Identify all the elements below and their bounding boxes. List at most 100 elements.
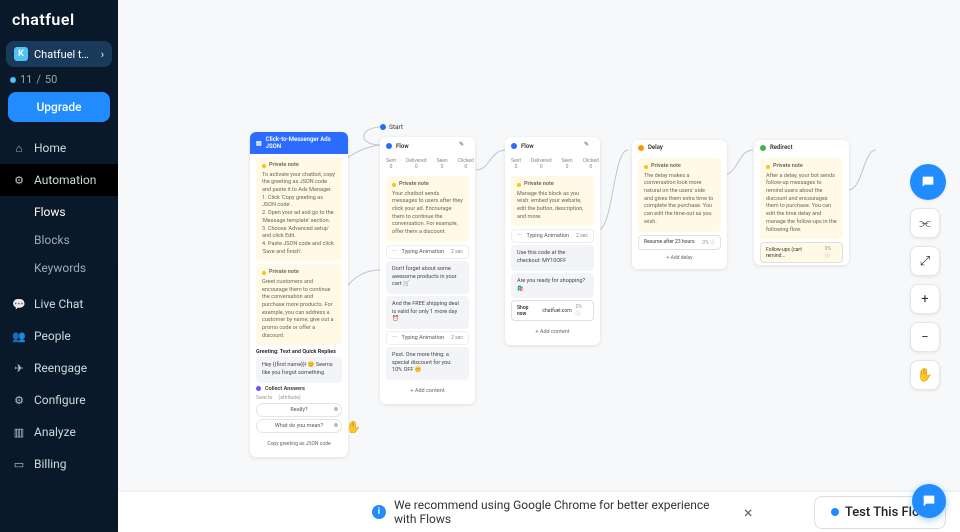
typing-duration: 2 sec — [451, 249, 463, 255]
private-note[interactable]: Private note To activate your chatbot, co… — [256, 157, 342, 261]
share-button[interactable]: ⫘ — [910, 208, 940, 238]
node-flow-2-header[interactable]: Flow✎ — [505, 137, 600, 155]
save-to-attr: (attribute) — [278, 395, 300, 401]
quick-reply[interactable]: Really? — [256, 403, 342, 417]
nav-home[interactable]: ⌂ Home — [0, 132, 118, 164]
node-flow-1[interactable]: Flow✎ Sent0 Delivered0 Seen0 Clicked0 Pr… — [380, 137, 475, 404]
stat-value: 0 — [464, 164, 467, 170]
redirect-pct: 0% ⓘ — [825, 246, 837, 259]
nav-analyze[interactable]: ▥Analyze — [0, 416, 118, 448]
typing-label: Typing Animation — [527, 233, 570, 239]
redirect-dot-icon — [760, 145, 766, 151]
shop-button-card[interactable]: Shop nowchatfuel.com0% ⓘ — [511, 300, 594, 321]
nav-configure[interactable]: ⚙Configure — [0, 384, 118, 416]
typing-label: Typing Animation — [402, 249, 445, 255]
zoom-in-button[interactable]: + — [910, 284, 940, 314]
add-content-button[interactable]: + Add content — [386, 384, 469, 398]
message-card[interactable]: Use this code at the checkout: MY10OFF — [511, 245, 594, 270]
typing-animation[interactable]: ⋯Typing Animation2 sec — [386, 245, 469, 259]
private-note[interactable]: Private noteAfter a delay, your bot send… — [760, 158, 843, 239]
nav-livechat-label: Live Chat — [34, 297, 83, 311]
nav-home-label: Home — [34, 141, 66, 155]
fit-view-button[interactable]: ⤢ — [910, 246, 940, 276]
zoom-out-button[interactable]: − — [910, 322, 940, 352]
nav-billing-label: Billing — [34, 457, 67, 471]
canvas-tools: ⫘ ⤢ + − ✋ — [910, 164, 946, 390]
project-switcher[interactable]: K Chatfuel tem... › — [6, 41, 112, 67]
subnav-blocks[interactable]: Blocks — [28, 226, 118, 254]
brand-logo: chatfuel — [0, 0, 118, 39]
node-ads-json[interactable]: ▤Click-to-Messenger Ads JSON Private not… — [250, 132, 348, 457]
node-delay[interactable]: Delay Private noteThe delay makes a conv… — [632, 140, 727, 269]
private-note[interactable]: Private noteGreet customers and encourag… — [256, 264, 342, 345]
info-icon: i — [372, 505, 386, 519]
card-icon: ▭ — [12, 457, 26, 471]
support-chat-button[interactable] — [912, 484, 946, 518]
shop-button-pct: 0% ⓘ — [576, 304, 588, 317]
home-icon: ⌂ — [12, 141, 26, 155]
start-node[interactable]: Start — [380, 123, 403, 131]
node-flow-1-header[interactable]: Flow✎ — [380, 137, 475, 155]
node-redirect[interactable]: Redirect Private noteAfter a delay, your… — [754, 140, 849, 265]
private-note-label: Private note — [644, 163, 715, 171]
node-ads-json-header[interactable]: ▤Click-to-Messenger Ads JSON — [250, 132, 348, 154]
quick-reply-label: What do you mean? — [275, 423, 323, 429]
nav-reengage[interactable]: ✈Reengage — [0, 352, 118, 384]
typing-animation[interactable]: ⋯Typing Animation2 sec — [386, 331, 469, 345]
delay-resume-label: Resume after 23 hours — [644, 239, 695, 245]
stat-value: 0 — [515, 164, 518, 170]
greeting-message[interactable]: Hey {{first name}}! 😊 Seems like you for… — [256, 357, 342, 382]
quick-reply[interactable]: What do you mean? — [256, 419, 342, 433]
node-delay-header[interactable]: Delay — [632, 140, 727, 155]
private-note[interactable]: Private noteManage this block as you wis… — [511, 176, 594, 226]
close-icon[interactable]: × — [744, 503, 753, 522]
connector-dot-icon[interactable] — [334, 407, 338, 411]
add-content-button[interactable]: + Add content — [511, 325, 594, 339]
stat-value: 0 — [441, 164, 444, 170]
subnav-flows[interactable]: Flows — [28, 198, 118, 226]
private-note-label: Private note — [392, 181, 463, 189]
message-card[interactable]: Are you ready for shopping? 🛍️ — [511, 273, 594, 298]
quick-reply-label: Really? — [290, 407, 307, 413]
private-note-label: Private note — [262, 162, 336, 170]
subnav-keywords[interactable]: Keywords — [28, 254, 118, 282]
automation-subnav: Flows Blocks Keywords — [0, 196, 118, 288]
stat-value: 0 — [390, 164, 393, 170]
stat-value: 0 — [415, 164, 418, 170]
doc-icon: ▤ — [256, 140, 262, 147]
private-note[interactable]: Private note Your chatbot sends messages … — [386, 176, 469, 242]
delay-resume-row[interactable]: Resume after 23 hours0% ⓘ — [638, 235, 721, 250]
private-note[interactable]: Private noteThe delay makes a conversati… — [638, 158, 721, 232]
sidebar: chatfuel K Chatfuel tem... › 11 / 50 Upg… — [0, 0, 118, 532]
node-redirect-header[interactable]: Redirect — [754, 140, 849, 155]
nav-billing[interactable]: ▭ Billing — [0, 448, 118, 480]
typing-duration: 2 sec — [576, 233, 588, 239]
nav-people[interactable]: 👥People — [0, 320, 118, 352]
edit-icon[interactable]: ✎ — [584, 141, 594, 151]
redirect-flow-row[interactable]: Follow-ups (cart remind...0% ⓘ — [760, 242, 843, 263]
edit-icon[interactable]: ✎ — [459, 141, 469, 151]
message-card[interactable]: Psst. One more thing: a special discount… — [386, 347, 469, 380]
pan-tool-button[interactable]: ✋ — [910, 360, 940, 390]
collect-answers-block[interactable]: Collect Answers — [256, 386, 342, 392]
nav-automation[interactable]: ⚙Automation — [0, 164, 118, 196]
flow-canvas[interactable]: ✋ Start ▤Click-to-Messenger Ads JSON Pri… — [118, 0, 960, 492]
private-note-body: After a delay, your bot sends follow-up … — [766, 173, 837, 235]
flow-dot-icon — [386, 143, 392, 149]
connector-dot-icon[interactable] — [334, 423, 338, 427]
node-flow-2[interactable]: Flow✎ Sent0 Delivered0 Seen0 Clicked0 Pr… — [505, 137, 600, 345]
message-card[interactable]: Don't forget about some awesome products… — [386, 261, 469, 294]
typing-label: Typing Animation — [402, 335, 445, 341]
copy-json-button[interactable]: Copy greeting as JSON code — [256, 437, 342, 451]
add-delay-button[interactable]: + Add delay — [638, 252, 721, 264]
save-to-row[interactable]: Save to(attribute) — [256, 395, 342, 401]
quota-sep: / — [36, 73, 41, 86]
nav-livechat[interactable]: 💬Live Chat — [0, 288, 118, 320]
node-redirect-title: Redirect — [770, 144, 792, 151]
message-card[interactable]: And the FREE shipping deal is valid for … — [386, 296, 469, 329]
help-button[interactable] — [910, 164, 946, 200]
upgrade-button[interactable]: Upgrade — [8, 92, 110, 122]
private-note-body: Your chatbot sends messages to users aft… — [392, 191, 463, 237]
typing-animation[interactable]: ⋯Typing Animation2 sec — [511, 229, 594, 243]
private-note-body: To activate your chatbot, copy the greet… — [262, 172, 336, 257]
